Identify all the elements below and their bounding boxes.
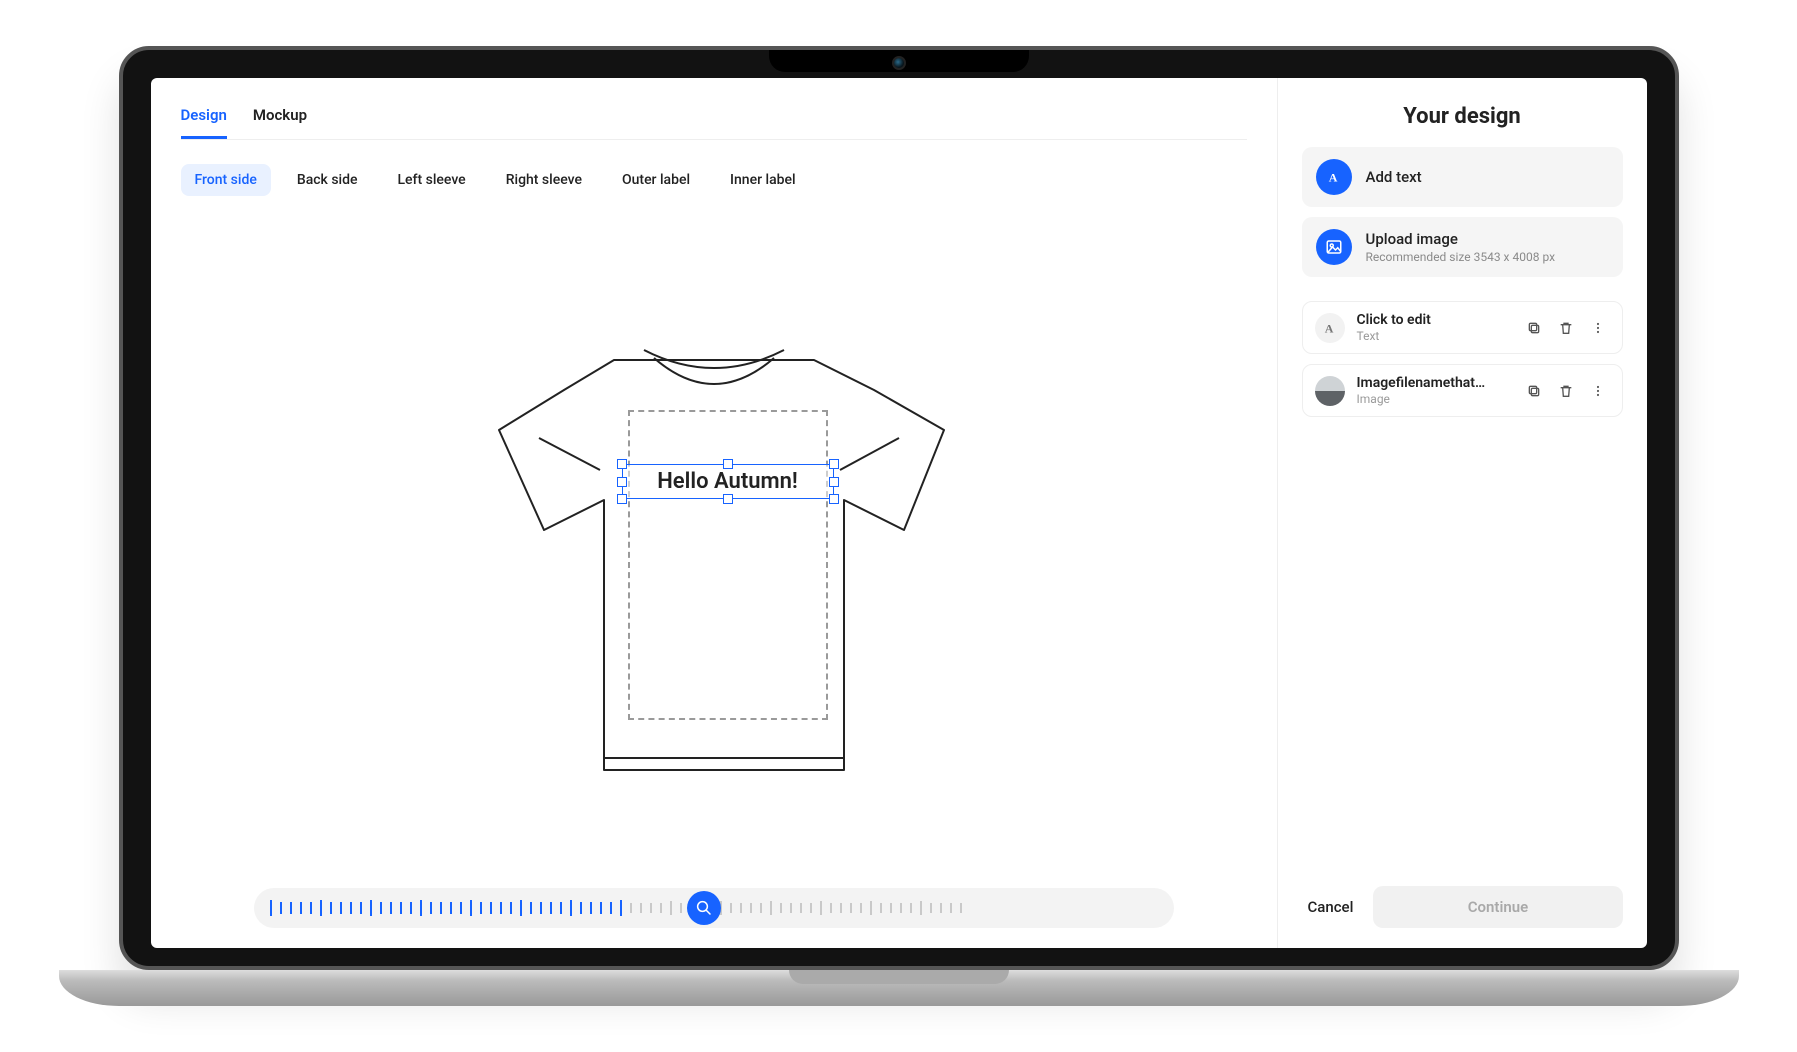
resize-handle-bc[interactable] [723,494,733,504]
layer-thumbnail [1315,376,1345,406]
panel-title: Your design [1302,104,1623,129]
laptop-mock: Design Mockup Front side Back side Left … [119,46,1679,1006]
action-add-text-label: Add text [1366,168,1422,186]
tshirt-preview: Hello Autumn! [404,280,1024,800]
tabs-top: Design Mockup [181,98,1247,140]
action-upload-image-hint: Recommended size 3543 x 4008 px [1366,250,1556,264]
layer-ops [1520,377,1612,405]
delete-button[interactable] [1552,314,1580,342]
layer-item-image[interactable]: Imagefilenamethat… Image [1302,364,1623,417]
text-icon: A [1315,313,1345,343]
svg-text:A: A [1324,321,1333,335]
print-area-tabs: Front side Back side Left sleeve Right s… [181,164,1247,196]
panel-footer: Cancel Continue [1302,886,1623,928]
printable-area[interactable] [628,410,828,720]
subtab-right-sleeve[interactable]: Right sleeve [492,164,596,196]
resize-handle-ml[interactable] [617,477,627,487]
resize-handle-mr[interactable] [829,477,839,487]
text-icon: A [1316,159,1352,195]
subtab-back[interactable]: Back side [283,164,372,196]
zoom-slider[interactable] [254,888,1174,928]
svg-text:A: A [1328,171,1337,185]
action-upload-image-label: Upload image [1366,230,1556,248]
design-canvas[interactable]: Hello Autumn! [181,202,1247,878]
layer-item-text[interactable]: A Click to edit Text [1302,301,1623,354]
subtab-outer-label[interactable]: Outer label [608,164,704,196]
action-upload-image[interactable]: Upload image Recommended size 3543 x 400… [1302,217,1623,277]
resize-handle-tl[interactable] [617,459,627,469]
trash-icon [1558,383,1574,399]
layer-title: Imagefilenamethat… [1357,375,1508,391]
duplicate-button[interactable] [1520,377,1548,405]
camera-icon [892,56,906,70]
layer-subtitle: Image [1357,392,1508,406]
editor-pane: Design Mockup Front side Back side Left … [151,78,1277,948]
layer-subtitle: Text [1357,329,1508,343]
copy-icon [1526,383,1542,399]
layer-title: Click to edit [1357,312,1508,328]
trash-icon [1558,320,1574,336]
laptop-base [59,970,1739,1006]
layer-ops [1520,314,1612,342]
duplicate-button[interactable] [1520,314,1548,342]
app-screen: Design Mockup Front side Back side Left … [151,78,1647,948]
zoom-thumb[interactable] [687,891,721,925]
resize-handle-tr[interactable] [829,459,839,469]
kebab-icon [1590,320,1606,336]
more-button[interactable] [1584,377,1612,405]
magnifier-icon [695,899,713,917]
tab-mockup[interactable]: Mockup [253,98,307,139]
subtab-left-sleeve[interactable]: Left sleeve [384,164,480,196]
continue-button[interactable]: Continue [1373,886,1622,928]
subtab-front[interactable]: Front side [181,164,271,196]
more-button[interactable] [1584,314,1612,342]
kebab-icon [1590,383,1606,399]
design-panel: Your design A Add text [1277,78,1647,948]
resize-handle-bl[interactable] [617,494,627,504]
resize-handle-tc[interactable] [723,459,733,469]
trackpad-notch [789,970,1009,984]
zoom-slider-row [181,888,1247,928]
bezel: Design Mockup Front side Back side Left … [119,46,1679,970]
cancel-button[interactable]: Cancel [1302,888,1360,926]
copy-icon [1526,320,1542,336]
image-icon [1316,229,1352,265]
canvas-text-element[interactable]: Hello Autumn! [622,464,834,499]
subtab-inner-label[interactable]: Inner label [716,164,810,196]
delete-button[interactable] [1552,377,1580,405]
resize-handle-br[interactable] [829,494,839,504]
tab-design[interactable]: Design [181,98,227,139]
canvas-text-content: Hello Autumn! [657,469,798,494]
action-add-text[interactable]: A Add text [1302,147,1623,207]
